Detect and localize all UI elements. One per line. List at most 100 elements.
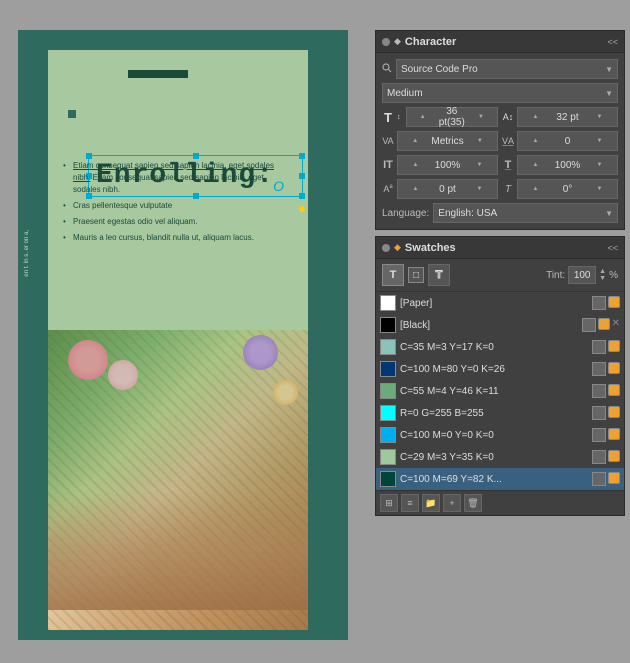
character-panel-collapse[interactable]: << [607,37,618,47]
skew-icon: T [502,184,514,195]
document-canvas: O Enrolling: Etiam consequat sapien sed … [18,30,348,640]
kerning-icon: VA [382,136,394,146]
tint-down-arrow[interactable]: ▼ [599,275,606,282]
leading-up[interactable]: ▲ [520,114,551,120]
kerning-up[interactable]: ▲ [400,138,430,144]
swatch-action-icons-8 [592,472,620,486]
font-size-down[interactable]: ▼ [467,114,495,120]
baseline-up[interactable]: ▲ [400,186,431,192]
kerning-dropdown[interactable]: ▲ Metrics ▼ [397,131,498,151]
language-label: Language: [382,208,429,219]
swatch-cmyk-icon-1 [582,318,596,332]
swatch-cmyk-icon-8 [592,472,606,486]
vscale-group: T̲ ▲ 100% ▼ [502,155,618,175]
swatch-item-3[interactable]: C=100 M=80 Y=0 K=26 [376,358,624,380]
leading-input[interactable]: ▲ 32 pt ▼ [517,107,618,127]
swatch-action-icons-0 [592,296,620,310]
swatches-list-view-button[interactable]: ≡ [401,494,419,512]
hscale-icon: IT [382,159,394,171]
swatches-new-swatch-button[interactable]: + [443,494,461,512]
swatches-panel-header: ◆ Swatches << [376,237,624,259]
document-page: O Enrolling: Etiam consequat sapien sed … [48,50,308,630]
vscale-input[interactable]: ▲ 100% ▼ [517,155,618,175]
swatch-action-icons-1: ✕ [582,318,620,332]
swatches-panel-collapse[interactable]: << [607,243,618,253]
tint-input[interactable]: 100 [568,266,596,284]
chevron-down-icon-2: ▼ [605,89,613,98]
tracking-up[interactable]: ▲ [520,138,551,144]
swatch-cmyk-icon-0 [592,296,606,310]
swatch-delete-1[interactable]: ✕ [612,318,620,332]
text-stroke-button[interactable]: T [428,264,450,286]
leading-group: A↕ ▲ 32 pt ▼ [502,107,618,127]
swatches-grid-view-button[interactable]: ⊞ [380,494,398,512]
text-fill-button[interactable]: T [382,264,404,286]
swatch-item-1[interactable]: [Black] ✕ [376,314,624,336]
swatch-type-icon-5 [608,406,620,418]
text-fill-icon: T [390,269,397,281]
font-family-dropdown[interactable]: Source Code Pro ▼ [396,59,618,79]
vscale-up[interactable]: ▲ [520,162,551,168]
selection-handle-tm[interactable] [193,153,199,159]
language-dropdown[interactable]: English: USA ▼ [433,203,618,223]
swatch-color-8 [380,471,396,487]
language-row: Language: English: USA ▼ [382,203,618,223]
swatch-item-7[interactable]: C=29 M=3 Y=35 K=0 [376,446,624,468]
font-style-row: Medium ▼ [382,83,618,103]
kerning-down[interactable]: ▼ [465,138,495,144]
font-size-input[interactable]: ▲ 36 pt(35) ▼ [406,107,499,127]
swatch-type-icon-0 [608,296,620,308]
text-stroke-icon: T [436,269,443,281]
swatch-item-5[interactable]: R=0 G=255 B=255 [376,402,624,424]
swatches-new-folder-button[interactable]: 📁 [422,494,440,512]
swatches-delete-button[interactable]: 🗑 [464,494,482,512]
swatch-name-3: C=100 M=80 Y=0 K=26 [400,364,588,375]
baseline-group: Aa ▲ 0 pt ▼ [382,179,498,199]
hscale-input[interactable]: ▲ 100% ▼ [397,155,498,175]
tracking-down[interactable]: ▼ [584,138,615,144]
tint-stepper[interactable]: ▲ ▼ [599,268,606,282]
swatches-panel-title: Swatches [405,242,456,254]
selection-handle-tl[interactable] [86,153,92,159]
font-size-group: T ↕ ▲ 36 pt(35) ▼ [382,107,498,127]
hscale-down[interactable]: ▼ [464,162,495,168]
tint-area: Tint: 100 ▲ ▼ % [546,266,618,284]
swatches-header-left: ◆ Swatches [382,242,456,254]
font-style-dropdown[interactable]: Medium ▼ [382,83,618,103]
swatch-action-icons-6 [592,428,620,442]
swatch-color-3 [380,361,396,377]
skew-up[interactable]: ▲ [520,186,551,192]
character-panel-close[interactable] [382,38,390,46]
selection-handle-tr[interactable] [299,153,305,159]
skew-down[interactable]: ▼ [584,186,615,192]
baseline-down[interactable]: ▼ [464,186,495,192]
swatch-color-0 [380,295,396,311]
swatches-panel-close[interactable] [382,244,390,252]
baseline-input[interactable]: ▲ 0 pt ▼ [397,179,498,199]
hscale-up[interactable]: ▲ [400,162,431,168]
swatch-item-6[interactable]: C=100 M=0 Y=0 K=0 [376,424,624,446]
chevron-down-icon: ▼ [605,65,613,74]
doc-title-text: Enrolling: [96,160,348,191]
swatch-item-2[interactable]: C=35 M=3 Y=17 K=0 [376,336,624,358]
swatch-color-2 [380,339,396,355]
tint-up-arrow[interactable]: ▲ [599,268,606,275]
vscale-down[interactable]: ▼ [584,162,615,168]
swatches-diamond-icon: ◆ [394,242,401,253]
swatch-name-1: [Black] [400,320,578,331]
swatch-item-8[interactable]: C=100 M=69 Y=82 K... [376,468,624,490]
swatch-name-7: C=29 M=3 Y=35 K=0 [400,452,588,463]
selection-handle-br[interactable] [299,193,305,199]
tracking-input[interactable]: ▲ 0 ▼ [517,131,618,151]
swatch-item-4[interactable]: C=55 M=4 Y=46 K=11 [376,380,624,402]
leading-down[interactable]: ▼ [584,114,615,120]
swatch-name-2: C=35 M=3 Y=17 K=0 [400,342,588,353]
new-folder-icon: 📁 [425,498,436,509]
doc-sidebar-text: en t. In s. er on a, [23,230,31,277]
skew-input[interactable]: ▲ 0° ▼ [517,179,618,199]
swatch-item-0[interactable]: [Paper] [376,292,624,314]
stroke-button[interactable]: □ [408,267,424,283]
swatch-type-icon-6 [608,428,620,440]
character-panel-header: ◆ Character << [376,31,624,53]
font-size-up[interactable]: ▲ [409,114,437,120]
